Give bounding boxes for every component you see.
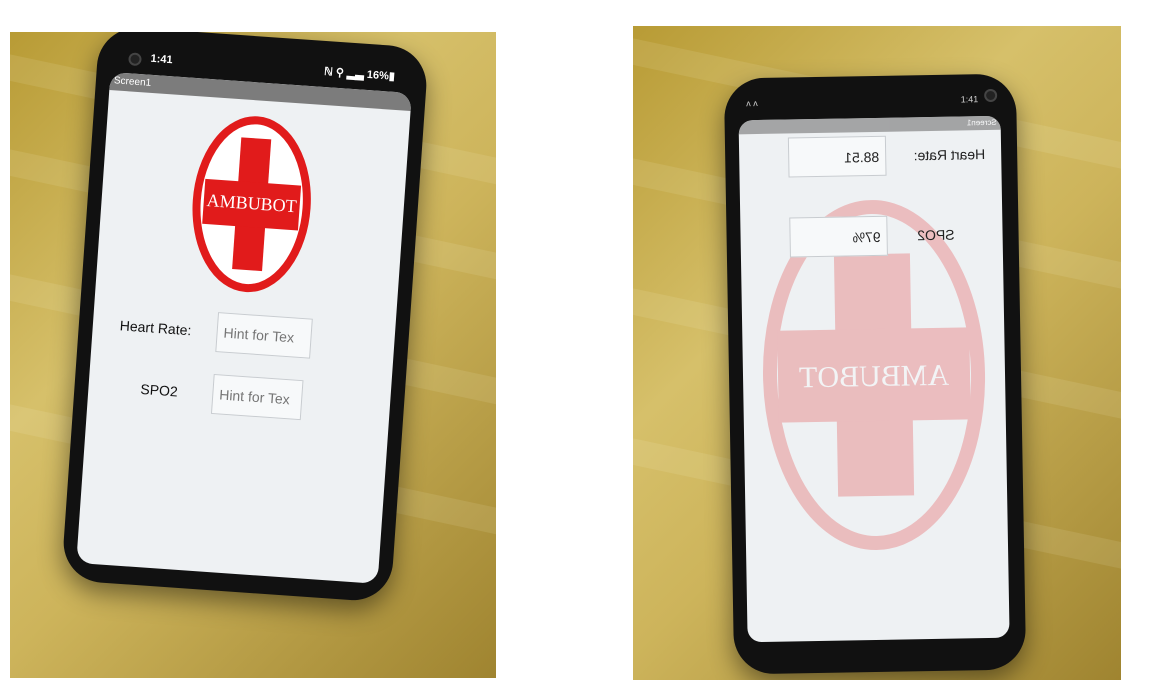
app-screen: Screen1 AMBUBOT Heart Rate: SPO2 — [76, 72, 412, 584]
status-bar: ᴧ ᴧ 1:41 — [746, 94, 992, 108]
spo2-label: SPO2 — [139, 380, 179, 400]
medical-cross-icon: AMBUBOT — [192, 116, 311, 293]
camera-icon — [984, 88, 998, 103]
status-bar: 1:41 ℕ ⚲ ▂▃ 16%▮ — [126, 51, 395, 83]
spo2-label: SPO2 — [917, 226, 955, 244]
mirrored-app-screen: Screen1 AMBUBOT Heart Rate: 88.51 SPO2 9… — [738, 115, 1010, 643]
status-left-text: ᴧ ᴧ — [746, 98, 758, 109]
logo-text: AMBUBOT — [799, 359, 950, 395]
app-title: Screen1 — [738, 115, 1001, 135]
status-time: 1:41 — [150, 52, 173, 67]
status-time: 1:41 — [960, 94, 979, 105]
camera-icon — [128, 52, 142, 67]
spo2-input[interactable] — [210, 373, 304, 421]
heart-rate-value[interactable]: 88.51 — [787, 135, 887, 178]
heart-rate-label: Heart Rate: — [119, 317, 192, 339]
heart-rate-row: Heart Rate: 88.51 — [739, 134, 1002, 183]
left-phone: 1:41 ℕ ⚲ ▂▃ 16%▮ Screen1 AMBUBOT Heart R… — [61, 32, 429, 603]
status-icons: ℕ ⚲ ▂▃ 16%▮ — [323, 65, 396, 83]
left-phone-photo: 1:41 ℕ ⚲ ▂▃ 16%▮ Screen1 AMBUBOT Heart R… — [10, 32, 496, 678]
ambubot-logo: AMBUBOT — [186, 110, 318, 298]
spo2-row: SPO2 — [87, 365, 391, 430]
heart-rate-row: Heart Rate: — [91, 303, 395, 368]
spo2-value[interactable]: 97% — [789, 215, 888, 258]
right-phone: ᴧ ᴧ 1:41 Screen1 AMBUBOT Heart Rate: 88.… — [723, 73, 1027, 675]
spo2-row: SPO2 97% — [740, 214, 1003, 263]
heart-rate-input[interactable] — [215, 312, 313, 359]
heart-rate-label: Heart Rate: — [913, 146, 986, 164]
right-phone-photo: ᴧ ᴧ 1:41 Screen1 AMBUBOT Heart Rate: 88.… — [633, 26, 1121, 680]
